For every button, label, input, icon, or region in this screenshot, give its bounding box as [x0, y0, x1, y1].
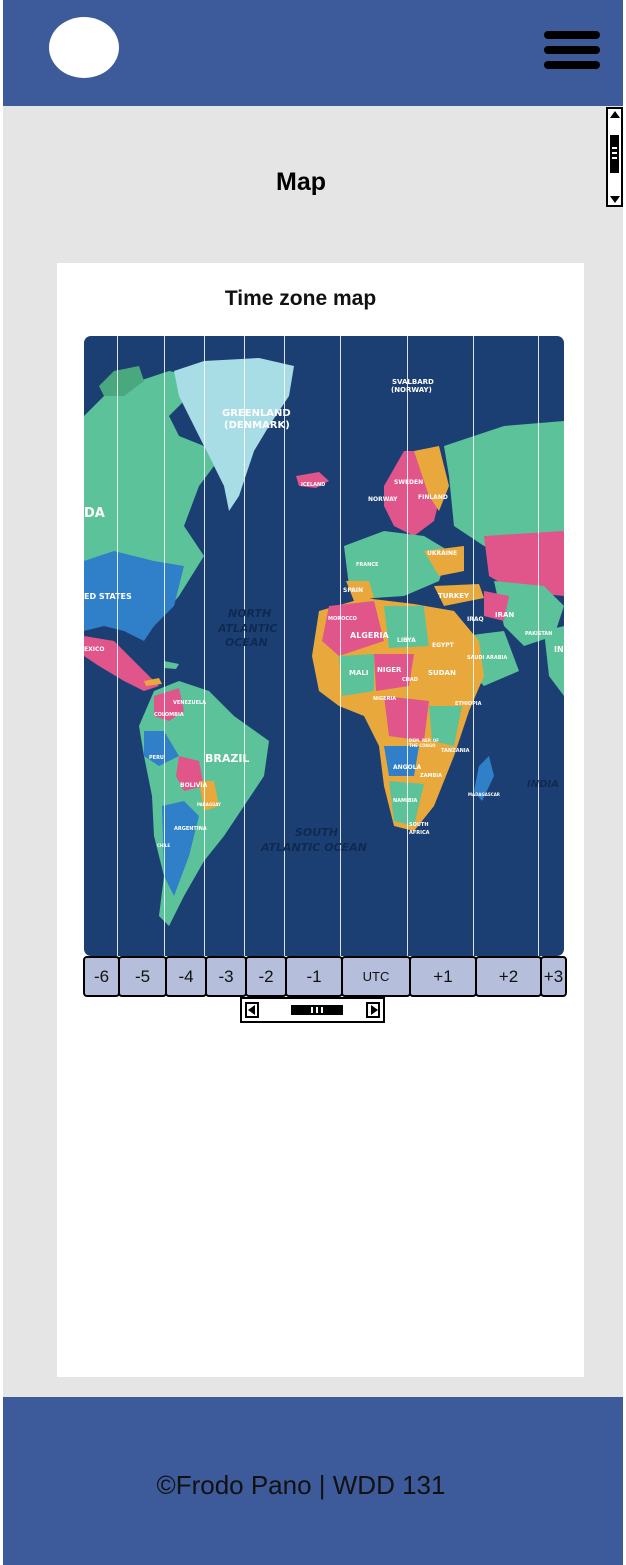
scroll-right-arrow-icon[interactable] [366, 1002, 380, 1018]
map-label: GREENLAND [222, 408, 291, 419]
scroll-down-arrow-icon[interactable] [610, 196, 620, 203]
map-label: EGYPT [432, 642, 454, 649]
map-label: TANZANIA [441, 748, 470, 754]
map-label: ALGERIA [350, 631, 389, 640]
scroll-thumb[interactable] [291, 1005, 343, 1015]
map-label: DA [84, 506, 105, 521]
map-label: IRAN [495, 611, 515, 619]
map-label: SOUTH [409, 822, 429, 828]
map-label: SUDAN [428, 669, 456, 677]
map-label: TURKEY [438, 592, 470, 600]
footer-copyright: ©Frodo Pano | WDD 131 [156, 1470, 446, 1500]
map-label: ZAMBIA [420, 773, 443, 779]
main-content: Map Time zone map GREENLAND (DENMARK) SV… [3, 106, 623, 1397]
map-label: MADAGASCAR [468, 792, 500, 797]
map-label: BRAZIL [205, 752, 250, 765]
map-label: ATLANTIC [218, 622, 278, 635]
map-label: CHAD [402, 677, 418, 683]
map-label: ETHIOPIA [455, 701, 482, 707]
scroll-left-arrow-icon[interactable] [245, 1002, 259, 1018]
map-label: NIGER [377, 666, 402, 674]
site-header [3, 0, 623, 106]
timezone-button-minus-3[interactable]: -3 [205, 956, 247, 997]
map-label: BOLIVIA [180, 782, 208, 789]
map-label: SAUDI ARABIA [467, 655, 508, 661]
timezone-button-minus-4[interactable]: -4 [165, 956, 207, 997]
map-label: ATLANTIC OCEAN [261, 841, 367, 854]
map-label: NORTH [228, 607, 272, 620]
horizontal-scrollbar[interactable] [240, 997, 385, 1023]
map-labels: GREENLAND (DENMARK) SVALBARD (NORWAY) IC… [84, 336, 564, 956]
circle-logo-icon[interactable] [49, 17, 119, 78]
map-label: (NORWAY) [391, 386, 432, 394]
map-label: CHILE [157, 843, 171, 848]
timezone-button-minus-5[interactable]: -5 [118, 956, 167, 997]
map-label: NIGERIA [373, 696, 397, 702]
map-label: ICELAND [301, 482, 326, 488]
map-label: INDIA [527, 779, 559, 790]
timezone-button-plus-1[interactable]: +1 [409, 956, 477, 997]
map-label: NAMIBIA [393, 798, 418, 804]
scroll-up-arrow-icon[interactable] [610, 111, 620, 118]
timezone-button-minus-6[interactable]: -6 [83, 956, 120, 997]
map-label: MOROCCO [328, 616, 357, 622]
timezone-button-utc[interactable]: UTC [341, 956, 411, 997]
map-label: DEM. REP. OF THE CONGO [409, 738, 439, 748]
hamburger-menu-icon[interactable] [544, 29, 600, 73]
scroll-thumb[interactable] [610, 135, 619, 173]
timezone-button-plus-3[interactable]: +3 [540, 956, 567, 997]
map-label: SWEDEN [394, 479, 424, 486]
map-label: IN [554, 645, 564, 654]
map-label: MALI [349, 669, 369, 677]
menu-bar [544, 61, 600, 69]
map-label: SOUTH [295, 826, 338, 839]
vertical-scrollbar[interactable] [606, 107, 623, 207]
map-card: Time zone map GREENLAND (DENMARK) SVALBA… [57, 263, 584, 1377]
map-label: FINLAND [418, 494, 448, 501]
map-label: VENEZUELA [173, 700, 207, 706]
map-label: UKRAINE [427, 550, 458, 557]
map-label: EXICO [84, 646, 105, 653]
map-label: SVALBARD [392, 378, 434, 386]
map-label: PARAGUAY [197, 802, 221, 807]
map-label: ANGOLA [393, 764, 422, 771]
map-label: ARGENTINA [174, 826, 207, 832]
map-label: OCEAN [225, 636, 268, 649]
world-map-image: GREENLAND (DENMARK) SVALBARD (NORWAY) IC… [84, 336, 564, 956]
map-label: LIBYA [397, 637, 416, 644]
map-label: PAKISTAN [525, 631, 553, 637]
timezone-bar: -6 -5 -4 -3 -2 -1 UTC +1 +2 +3 [83, 956, 567, 997]
map-label: (DENMARK) [224, 420, 290, 431]
map-label: AFRICA [409, 830, 430, 836]
map-label: NORWAY [368, 496, 398, 503]
menu-bar [544, 46, 600, 54]
map-label: IRAQ [467, 616, 484, 623]
site-footer: ©Frodo Pano | WDD 131 [3, 1397, 623, 1565]
map-label: SPAIN [343, 587, 364, 594]
timezone-button-minus-1[interactable]: -1 [285, 956, 343, 997]
menu-bar [544, 31, 600, 39]
card-title: Time zone map [224, 287, 377, 310]
map-label: COLOMBIA [154, 712, 184, 718]
map-label: PERU [149, 755, 164, 761]
timezone-button-minus-2[interactable]: -2 [245, 956, 287, 997]
map-label: ED STATES [84, 592, 132, 601]
map-label: FRANCE [356, 562, 379, 568]
page-title: Map [276, 168, 326, 196]
timezone-button-plus-2[interactable]: +2 [475, 956, 542, 997]
